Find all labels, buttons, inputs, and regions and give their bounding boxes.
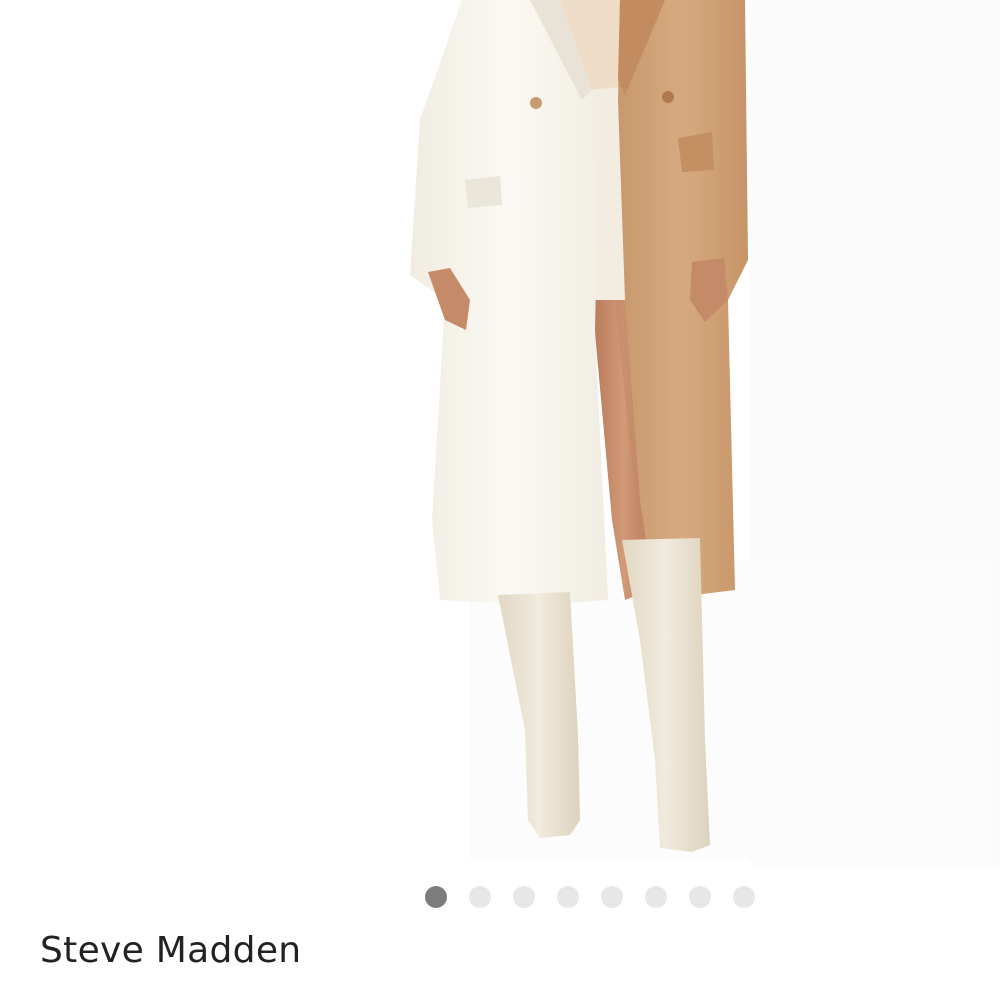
carousel-dot-7[interactable]	[689, 886, 711, 908]
brand-name[interactable]: Steve Madden	[40, 930, 301, 971]
carousel-dot-3[interactable]	[513, 886, 535, 908]
carousel-dot-6[interactable]	[645, 886, 667, 908]
carousel-dot-1[interactable]	[425, 886, 447, 908]
product-photo[interactable]	[0, 0, 1000, 865]
carousel-dot-8[interactable]	[733, 886, 755, 908]
carousel-dot-5[interactable]	[601, 886, 623, 908]
carousel-dot-4[interactable]	[557, 886, 579, 908]
carousel-dot-2[interactable]	[469, 886, 491, 908]
product-title-clipped	[40, 988, 970, 1000]
coat-photo-illustration	[410, 0, 1000, 865]
product-page: Steve Madden	[0, 0, 1000, 1000]
image-carousel-dots	[0, 885, 1000, 909]
